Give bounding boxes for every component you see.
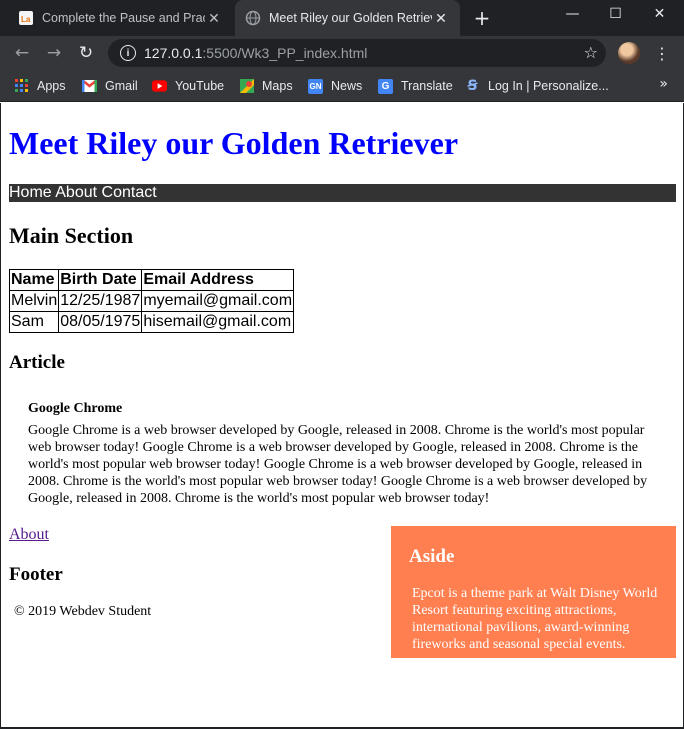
- people-table: Name Birth Date Email Address Melvin 12/…: [8, 269, 295, 333]
- url-path: :5500/Wk3_PP_index.html: [202, 45, 368, 61]
- info-icon[interactable]: i: [120, 45, 136, 61]
- bookmark-label: News: [331, 79, 363, 93]
- bookmark-apps[interactable]: Apps: [14, 77, 66, 95]
- table-cell: Melvin: [8, 290, 60, 312]
- table-cell: Sam: [8, 311, 60, 333]
- bookmark-label: Maps: [262, 79, 293, 93]
- apps-grid-icon: [14, 79, 29, 94]
- column-header: Email Address: [141, 269, 295, 291]
- main-section-heading: Main Section: [9, 223, 134, 248]
- bookmark-login[interactable]: Ꞩ Log In | Personalize...: [465, 77, 609, 95]
- bookmark-gmail[interactable]: Gmail: [82, 77, 138, 95]
- aside-box: Aside Epcot is a theme park at Walt Disn…: [391, 526, 676, 658]
- aside-heading: Aside: [409, 546, 455, 567]
- close-window-button[interactable]: ✕: [637, 0, 682, 28]
- maximize-button[interactable]: ☐: [593, 0, 638, 28]
- table-cell: 08/05/1975: [58, 311, 143, 333]
- bookmarks-overflow-button[interactable]: »: [659, 76, 668, 92]
- youtube-icon: [152, 79, 167, 94]
- svg-text:La: La: [21, 15, 31, 24]
- minimize-button[interactable]: —: [550, 0, 595, 28]
- menu-icon[interactable]: ⋮: [654, 42, 670, 64]
- maps-icon: [239, 79, 254, 94]
- bookmark-label: Translate: [401, 79, 453, 93]
- bookmark-label: Log In | Personalize...: [488, 79, 609, 93]
- gmail-icon: [82, 79, 97, 94]
- nav-contact-link[interactable]: Contact: [102, 184, 157, 201]
- news-icon: GN: [308, 78, 323, 94]
- profile-avatar[interactable]: [618, 42, 640, 64]
- globe-icon: [245, 10, 261, 26]
- table-cell: hisemail@gmail.com: [141, 311, 295, 333]
- bookmark-label: Gmail: [105, 79, 138, 93]
- copyright-text: © 2019 Webdev Student: [14, 604, 152, 619]
- address-bar[interactable]: i 127.0.0.1:5500/Wk3_PP_index.html ☆: [108, 39, 606, 67]
- forward-button[interactable]: →: [41, 40, 67, 66]
- article-subheading: Google Chrome: [28, 401, 123, 416]
- page-viewport: Meet Riley our Golden Retriever Home Abo…: [0, 103, 684, 729]
- tab-strip: La Complete the Pause and Practice ✕ Mee…: [0, 0, 684, 36]
- table-row: Melvin 12/25/1987 myemail@gmail.com: [8, 290, 295, 312]
- about-link[interactable]: About: [9, 526, 49, 544]
- table-cell: myemail@gmail.com: [141, 290, 295, 312]
- nav-home-link[interactable]: Home: [9, 184, 52, 201]
- bookmark-translate[interactable]: G Translate: [378, 77, 453, 95]
- bookmark-star-icon[interactable]: ☆: [584, 43, 598, 62]
- login-icon: Ꞩ: [467, 78, 478, 94]
- url-host: 127.0.0.1: [144, 45, 203, 61]
- tab-title: Complete the Pause and Practice: [42, 11, 205, 25]
- table-row: Sam 08/05/1975 hisemail@gmail.com: [8, 311, 295, 333]
- tab-title: Meet Riley our Golden Retriever: [269, 11, 432, 25]
- tab-meet-riley[interactable]: Meet Riley our Golden Retriever ✕: [235, 0, 460, 36]
- footer-heading: Footer: [9, 564, 63, 585]
- page-title: Meet Riley our Golden Retriever: [9, 125, 459, 161]
- close-tab-icon[interactable]: ✕: [205, 10, 223, 27]
- aside-body: Epcot is a theme park at Walt Disney Wor…: [412, 586, 658, 652]
- bookmark-maps[interactable]: Maps: [239, 77, 293, 95]
- tab-pause-practice[interactable]: La Complete the Pause and Practice ✕: [8, 0, 233, 36]
- article-body: Google Chrome is a web browser developed…: [28, 423, 648, 506]
- new-tab-button[interactable]: +: [470, 6, 494, 30]
- browser-toolbar: ← → ↻ i 127.0.0.1:5500/Wk3_PP_index.html…: [0, 36, 684, 70]
- column-header: Name: [8, 269, 60, 291]
- la-favicon-icon: La: [18, 10, 34, 26]
- article-heading: Article: [9, 352, 65, 373]
- site-nav: Home About Contact: [9, 184, 676, 202]
- bookmark-label: YouTube: [175, 79, 225, 93]
- bookmarks-bar: Apps Gmail YouTube Maps GN News G Transl…: [0, 70, 684, 102]
- bookmark-youtube[interactable]: YouTube: [152, 77, 224, 95]
- column-header: Birth Date: [58, 269, 143, 291]
- reload-button[interactable]: ↻: [73, 40, 99, 66]
- bookmark-label: Apps: [37, 79, 66, 93]
- nav-about-link[interactable]: About: [55, 184, 97, 201]
- close-tab-icon[interactable]: ✕: [432, 10, 450, 27]
- table-header-row: Name Birth Date Email Address: [8, 269, 295, 291]
- table-cell: 12/25/1987: [58, 290, 143, 312]
- back-button[interactable]: ←: [9, 40, 35, 66]
- translate-icon: G: [378, 78, 393, 94]
- bookmark-news[interactable]: GN News: [308, 77, 362, 95]
